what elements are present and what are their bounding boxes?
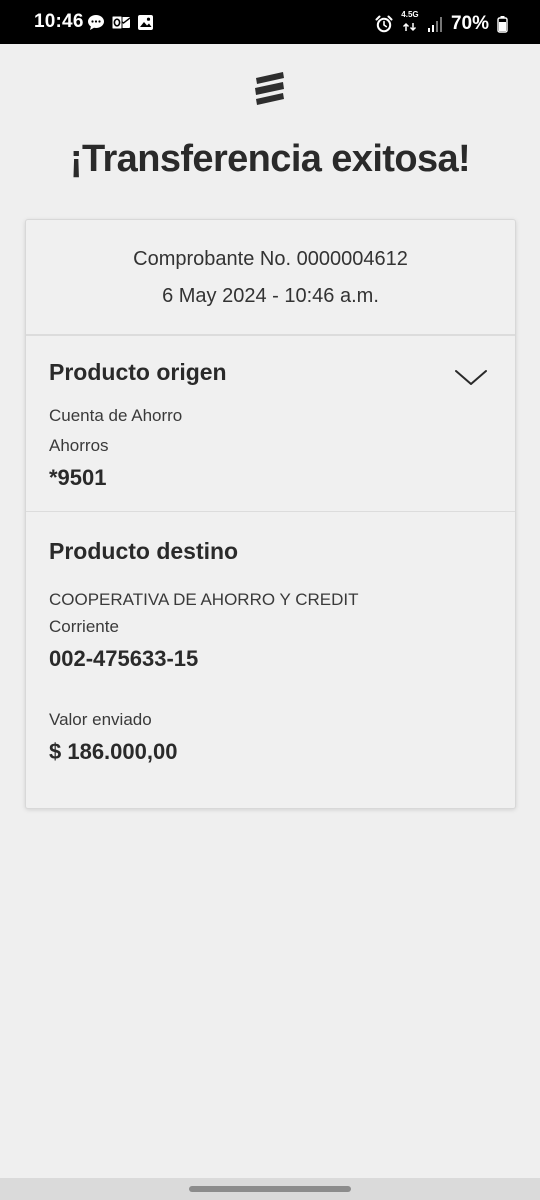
destination-section-title: Producto destino [49, 538, 239, 564]
bank-logo-icon [255, 72, 284, 105]
network-type: 4.5G [401, 10, 419, 19]
signal-icon [427, 17, 442, 32]
origin-section-title: Producto origen [49, 359, 227, 385]
alarm-icon [375, 15, 393, 33]
network-indicator: 4.5G [401, 11, 419, 37]
status-time: 10:46 [34, 11, 84, 32]
origin-account-number: *9501 [49, 465, 107, 490]
system-nav-bar [0, 1178, 540, 1200]
notification-icons [87, 14, 154, 31]
mail-app-icon [111, 15, 131, 30]
destination-account-number: 002-475633-15 [49, 646, 199, 671]
home-gesture-handle[interactable] [189, 1186, 351, 1192]
destination-entity: COOPERATIVA DE AHORRO Y CREDIT [49, 590, 359, 609]
receipt-card: Comprobante No. 0000004612 6 May 2024 - … [25, 219, 516, 809]
section-divider [26, 511, 515, 512]
message-bubble-icon [88, 15, 104, 30]
battery-icon [497, 16, 508, 33]
origin-sub-type: Ahorros [49, 436, 109, 455]
destination-account-type: Corriente [49, 617, 119, 636]
amount-label: Valor enviado [49, 710, 152, 729]
amount-value: $ 186.000,00 [49, 739, 178, 764]
image-icon [138, 15, 153, 30]
data-arrows-icon [402, 22, 416, 32]
battery-percentage: 70% [450, 13, 489, 34]
status-right: 4.5G 70% [375, 11, 508, 37]
status-bar: 10:46 4.5G 70% [0, 0, 540, 44]
origin-account-type: Cuenta de Ahorro [49, 406, 183, 425]
receipt-header: Comprobante No. 0000004612 6 May 2024 - … [26, 220, 515, 336]
receipt-datetime: 6 May 2024 - 10:46 a.m. [162, 285, 379, 307]
page-title: ¡Transferencia exitosa! [69, 138, 471, 180]
chevron-down-icon[interactable] [454, 366, 488, 388]
receipt-number: Comprobante No. 0000004612 [133, 248, 408, 270]
